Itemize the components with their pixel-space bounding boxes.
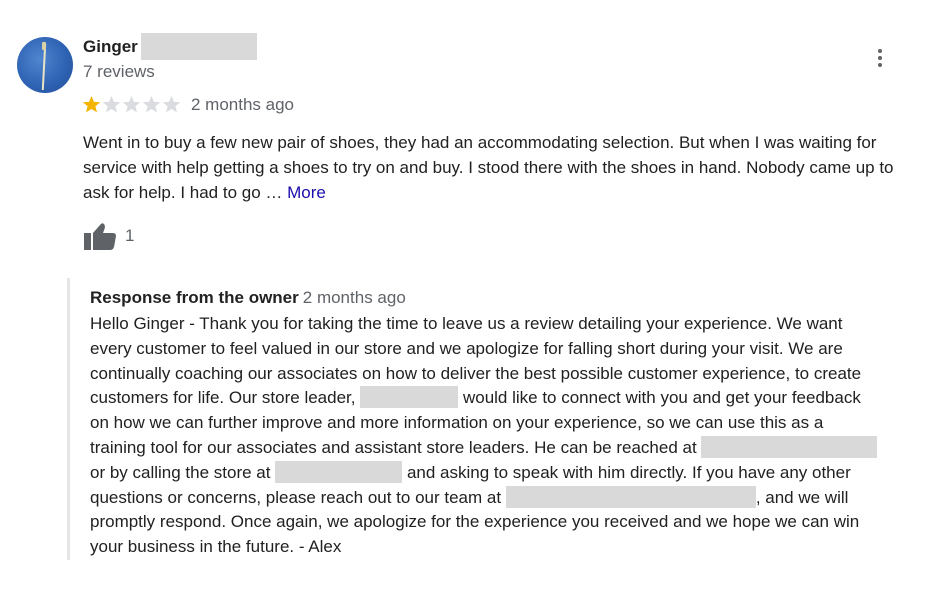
response-line: Hello Ginger - Thank you for taking the …: [90, 314, 843, 333]
more-dot: [878, 63, 882, 67]
response-line: on how we can further improve and more i…: [90, 413, 824, 433]
response-line-segment: training tool for our associates and ass…: [90, 437, 697, 457]
response-line-segment: would like to connect with you and get y…: [458, 388, 861, 408]
response-title: Response from the owner: [90, 288, 299, 307]
response-line: training tool for our associates and ass…: [90, 435, 878, 461]
avatar-pole-graphic: [41, 43, 47, 91]
more-vert-icon[interactable]: [868, 44, 892, 72]
review-count[interactable]: 7 reviews: [83, 62, 155, 82]
response-line-segment: or by calling the store at: [90, 462, 271, 482]
response-line: customers for life. Our store leader, wo…: [90, 386, 877, 411]
like-count: 1: [125, 226, 135, 245]
avatar-pole-top-graphic: [42, 42, 46, 50]
review-text: Went in to buy a few new pair of shoes, …: [83, 130, 913, 205]
response-line-segment: , and we will: [755, 487, 849, 507]
response-line-segment: and asking to speak with him directly. I…: [402, 462, 851, 482]
star-empty-icon: [122, 95, 141, 113]
response-line: promptly respond. Once again, we apologi…: [90, 512, 860, 532]
review-text-body: Went in to buy a few new pair of shoes, …: [83, 133, 894, 202]
review-date: 2 months ago: [191, 95, 295, 114]
email-redaction: [701, 435, 878, 458]
more-link[interactable]: More: [287, 183, 326, 202]
response-line-segment: questions or concerns, please reach out …: [90, 487, 502, 507]
response-line: every customer to feel valued in our sto…: [90, 338, 843, 358]
more-dot: [878, 56, 882, 60]
response-date: 2 months ago: [302, 288, 406, 307]
phone-redaction: [275, 460, 403, 483]
response-line-segment: customers for life. Our store leader,: [90, 388, 356, 408]
reviewer-surname-redaction: [141, 33, 257, 60]
response-divider: [67, 278, 70, 560]
response-text: Hello Ginger - Thank you for taking the …: [90, 312, 878, 560]
response-line: continually coaching our associates on h…: [90, 363, 862, 383]
response-line: questions or concerns, please reach out …: [90, 485, 877, 511]
star-filled-icon: [82, 95, 101, 113]
response-header: Response from the owner 2 months ago: [90, 288, 406, 308]
response-line: or by calling the store at and asking to…: [90, 460, 877, 486]
avatar[interactable]: [17, 37, 73, 93]
team-email-redaction: [505, 485, 756, 508]
response-line: your business in the future. - Alex: [90, 537, 342, 557]
reviewer-name[interactable]: Ginger: [83, 37, 138, 57]
store-leader-name-redaction: [360, 386, 459, 409]
star-rating: [82, 95, 181, 114]
star-empty-icon: [162, 95, 181, 113]
thumb-up-icon[interactable]: [83, 221, 117, 251]
like-row: 1: [83, 221, 134, 251]
star-empty-icon: [102, 95, 121, 113]
star-empty-icon: [142, 95, 161, 113]
more-dot: [878, 49, 882, 53]
